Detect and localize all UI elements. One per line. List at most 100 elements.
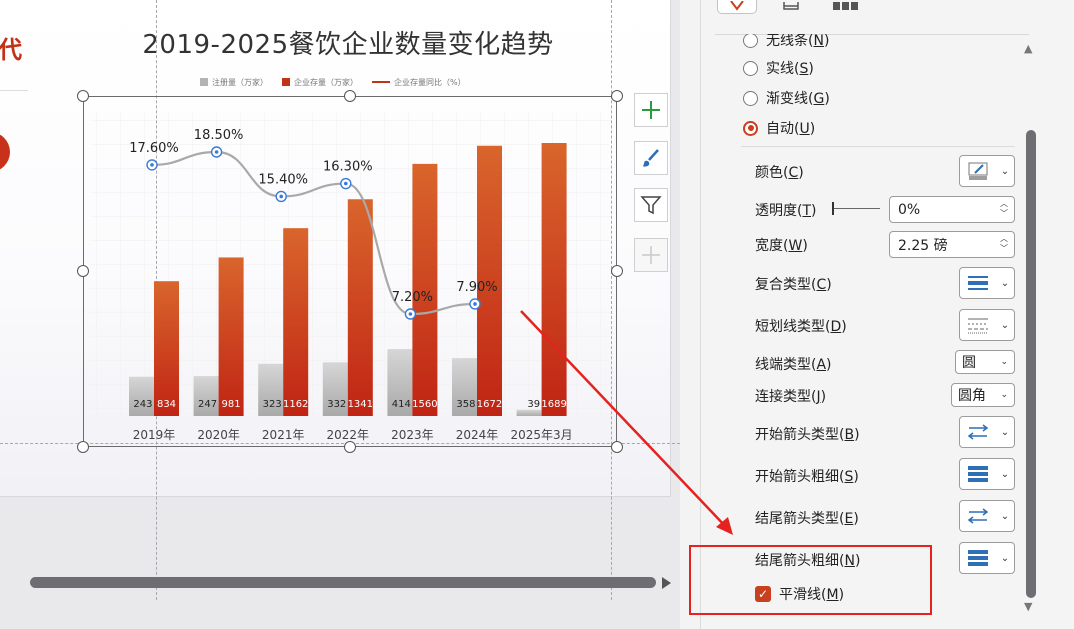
data-label-registered[interactable]: 358 [456, 399, 475, 410]
resize-handle[interactable] [611, 90, 623, 102]
radio-button[interactable] [743, 34, 758, 48]
resize-handle[interactable] [344, 90, 356, 102]
yoy-label[interactable]: 7.90% [456, 280, 497, 295]
bar-stock[interactable] [218, 257, 244, 416]
bar-registered[interactable] [516, 409, 542, 416]
scroll-down-arrow[interactable]: ▼ [1024, 600, 1032, 613]
resize-handle[interactable] [77, 265, 89, 277]
radio-label: 实线(S) [766, 61, 814, 77]
compound-lines-icon [968, 276, 988, 290]
radio-button[interactable] [743, 60, 758, 76]
x-axis-label[interactable]: 2022年 [327, 428, 370, 442]
data-label-stock[interactable]: 1689 [541, 399, 566, 410]
yoy-label[interactable]: 18.50% [194, 128, 244, 143]
label-accesskey: C [788, 165, 799, 181]
radio-gradient-line[interactable]: 渐变线(G) [743, 88, 830, 108]
transparency-label: 透明度(T) [755, 203, 817, 219]
label-accesskey: B [844, 427, 855, 443]
chart-style-button[interactable] [634, 141, 668, 175]
horizontal-scrollbar[interactable] [0, 572, 680, 594]
yoy-label[interactable]: 16.30% [323, 160, 373, 175]
data-label-registered[interactable]: 414 [392, 399, 411, 410]
data-label-registered[interactable]: 243 [133, 399, 152, 410]
data-label-registered[interactable]: 323 [263, 399, 282, 410]
panel-scrollbar-thumb[interactable] [1026, 130, 1036, 598]
radio-button[interactable] [743, 90, 758, 106]
width-input[interactable]: 2.25 磅 ︿ ﹀ [889, 231, 1015, 258]
yoy-label[interactable]: 15.40% [258, 172, 308, 187]
bar-registered[interactable] [129, 376, 154, 416]
x-axis-label[interactable]: 2020年 [197, 428, 240, 442]
data-label-stock[interactable]: 981 [222, 399, 241, 410]
resize-handle[interactable] [77, 441, 89, 453]
resize-handle[interactable] [611, 265, 623, 277]
format-pane[interactable]: 无线条(N) 实线(S) 渐变线(G) 自动(U) 颜色(C) ⌄ 透明度(T)… [700, 0, 1074, 629]
join-type-select[interactable]: 圆角 ⌄ [951, 383, 1015, 407]
line-point[interactable] [344, 181, 348, 186]
line-point[interactable] [408, 312, 413, 316]
tab-effects[interactable] [771, 0, 811, 14]
resize-handle[interactable] [611, 441, 623, 453]
data-label-registered[interactable]: 247 [198, 399, 217, 410]
line-point[interactable] [279, 194, 284, 199]
bar-stock[interactable] [154, 281, 179, 416]
transparency-slider[interactable] [832, 202, 880, 215]
data-label-stock[interactable]: 1672 [477, 399, 502, 410]
radio-automatic[interactable]: 自动(U) [743, 118, 815, 138]
chart-elements-button[interactable] [634, 93, 668, 127]
data-label-registered[interactable]: 332 [327, 399, 346, 410]
line-point[interactable] [214, 150, 219, 154]
resize-handle[interactable] [77, 90, 89, 102]
color-picker-button[interactable]: ⌄ [959, 155, 1015, 187]
spinner-arrows-icon[interactable]: ︿ ﹀ [1000, 199, 1008, 219]
label-main: 线端类型 [755, 357, 811, 373]
dash-type-dropdown[interactable]: ⌄ [959, 309, 1015, 341]
chart-filter-button[interactable] [634, 188, 668, 222]
scroll-right-arrow[interactable] [662, 577, 671, 589]
line-point[interactable] [473, 302, 477, 306]
tab-fill-line[interactable] [717, 0, 757, 14]
tab-series-options[interactable] [825, 0, 865, 14]
slide-workarea[interactable]: 代 2019-2025餐饮企业数量变化趋势 注册量（万家） 企业存量（万家） 企… [0, 0, 680, 629]
end-arrow-type-dropdown[interactable]: ⌄ [959, 500, 1015, 532]
compound-type-dropdown[interactable]: ⌄ [959, 267, 1015, 299]
scroll-up-arrow[interactable]: ▲ [1024, 42, 1032, 55]
x-axis-label[interactable]: 2023年 [391, 428, 434, 442]
spinner-arrows-icon[interactable]: ︿ ﹀ [1000, 234, 1008, 254]
end-arrow-size-dropdown[interactable]: ⌄ [959, 542, 1015, 574]
x-axis-label[interactable]: 2025年3月 [511, 428, 573, 442]
data-label-stock[interactable]: 834 [157, 399, 176, 410]
yoy-label[interactable]: 7.20% [392, 290, 433, 305]
begin-arrow-type-dropdown[interactable]: ⌄ [959, 416, 1015, 448]
transparency-input[interactable]: 0% ︿ ﹀ [889, 196, 1015, 223]
add-button-disabled[interactable] [634, 238, 668, 272]
data-label-stock[interactable]: 1162 [283, 399, 308, 410]
radio-no-line[interactable]: 无线条(N) [743, 34, 829, 50]
radio-solid-line[interactable]: 实线(S) [743, 58, 814, 78]
x-axis-label[interactable]: 2024年 [456, 428, 499, 442]
bar-stock[interactable] [541, 143, 567, 416]
horizontal-scrollbar-thumb[interactable] [30, 577, 656, 588]
radio-button-checked[interactable] [743, 120, 758, 136]
yoy-label[interactable]: 17.60% [129, 141, 179, 156]
plus-icon [642, 101, 660, 119]
slider-knob[interactable] [832, 202, 834, 215]
chart-plot[interactable]: 243 834 2019年 247 981 2020年 323 1162 2021年 332 134… [0, 0, 680, 629]
resize-handle[interactable] [344, 441, 356, 453]
bar-stock[interactable] [347, 199, 373, 416]
cap-type-select[interactable]: 圆 ⌄ [955, 350, 1015, 374]
chevron-down-icon: ⌄ [1000, 277, 1010, 289]
data-label-stock[interactable]: 1560 [412, 399, 437, 410]
x-axis-label[interactable]: 2019年 [133, 428, 176, 442]
data-label-registered[interactable]: 39 [527, 399, 540, 410]
data-label-stock[interactable]: 1341 [348, 399, 373, 410]
cap-type-label: 线端类型(A) [755, 357, 832, 373]
bar-stock[interactable] [283, 228, 309, 416]
line-point[interactable] [150, 163, 154, 167]
cap-type-value: 圆 [962, 355, 976, 371]
paint-bucket-icon [730, 1, 744, 11]
label-main: 颜色 [755, 165, 783, 181]
x-axis-label[interactable]: 2021年 [262, 428, 305, 442]
bar-registered[interactable] [193, 376, 219, 416]
begin-arrow-size-dropdown[interactable]: ⌄ [959, 458, 1015, 490]
